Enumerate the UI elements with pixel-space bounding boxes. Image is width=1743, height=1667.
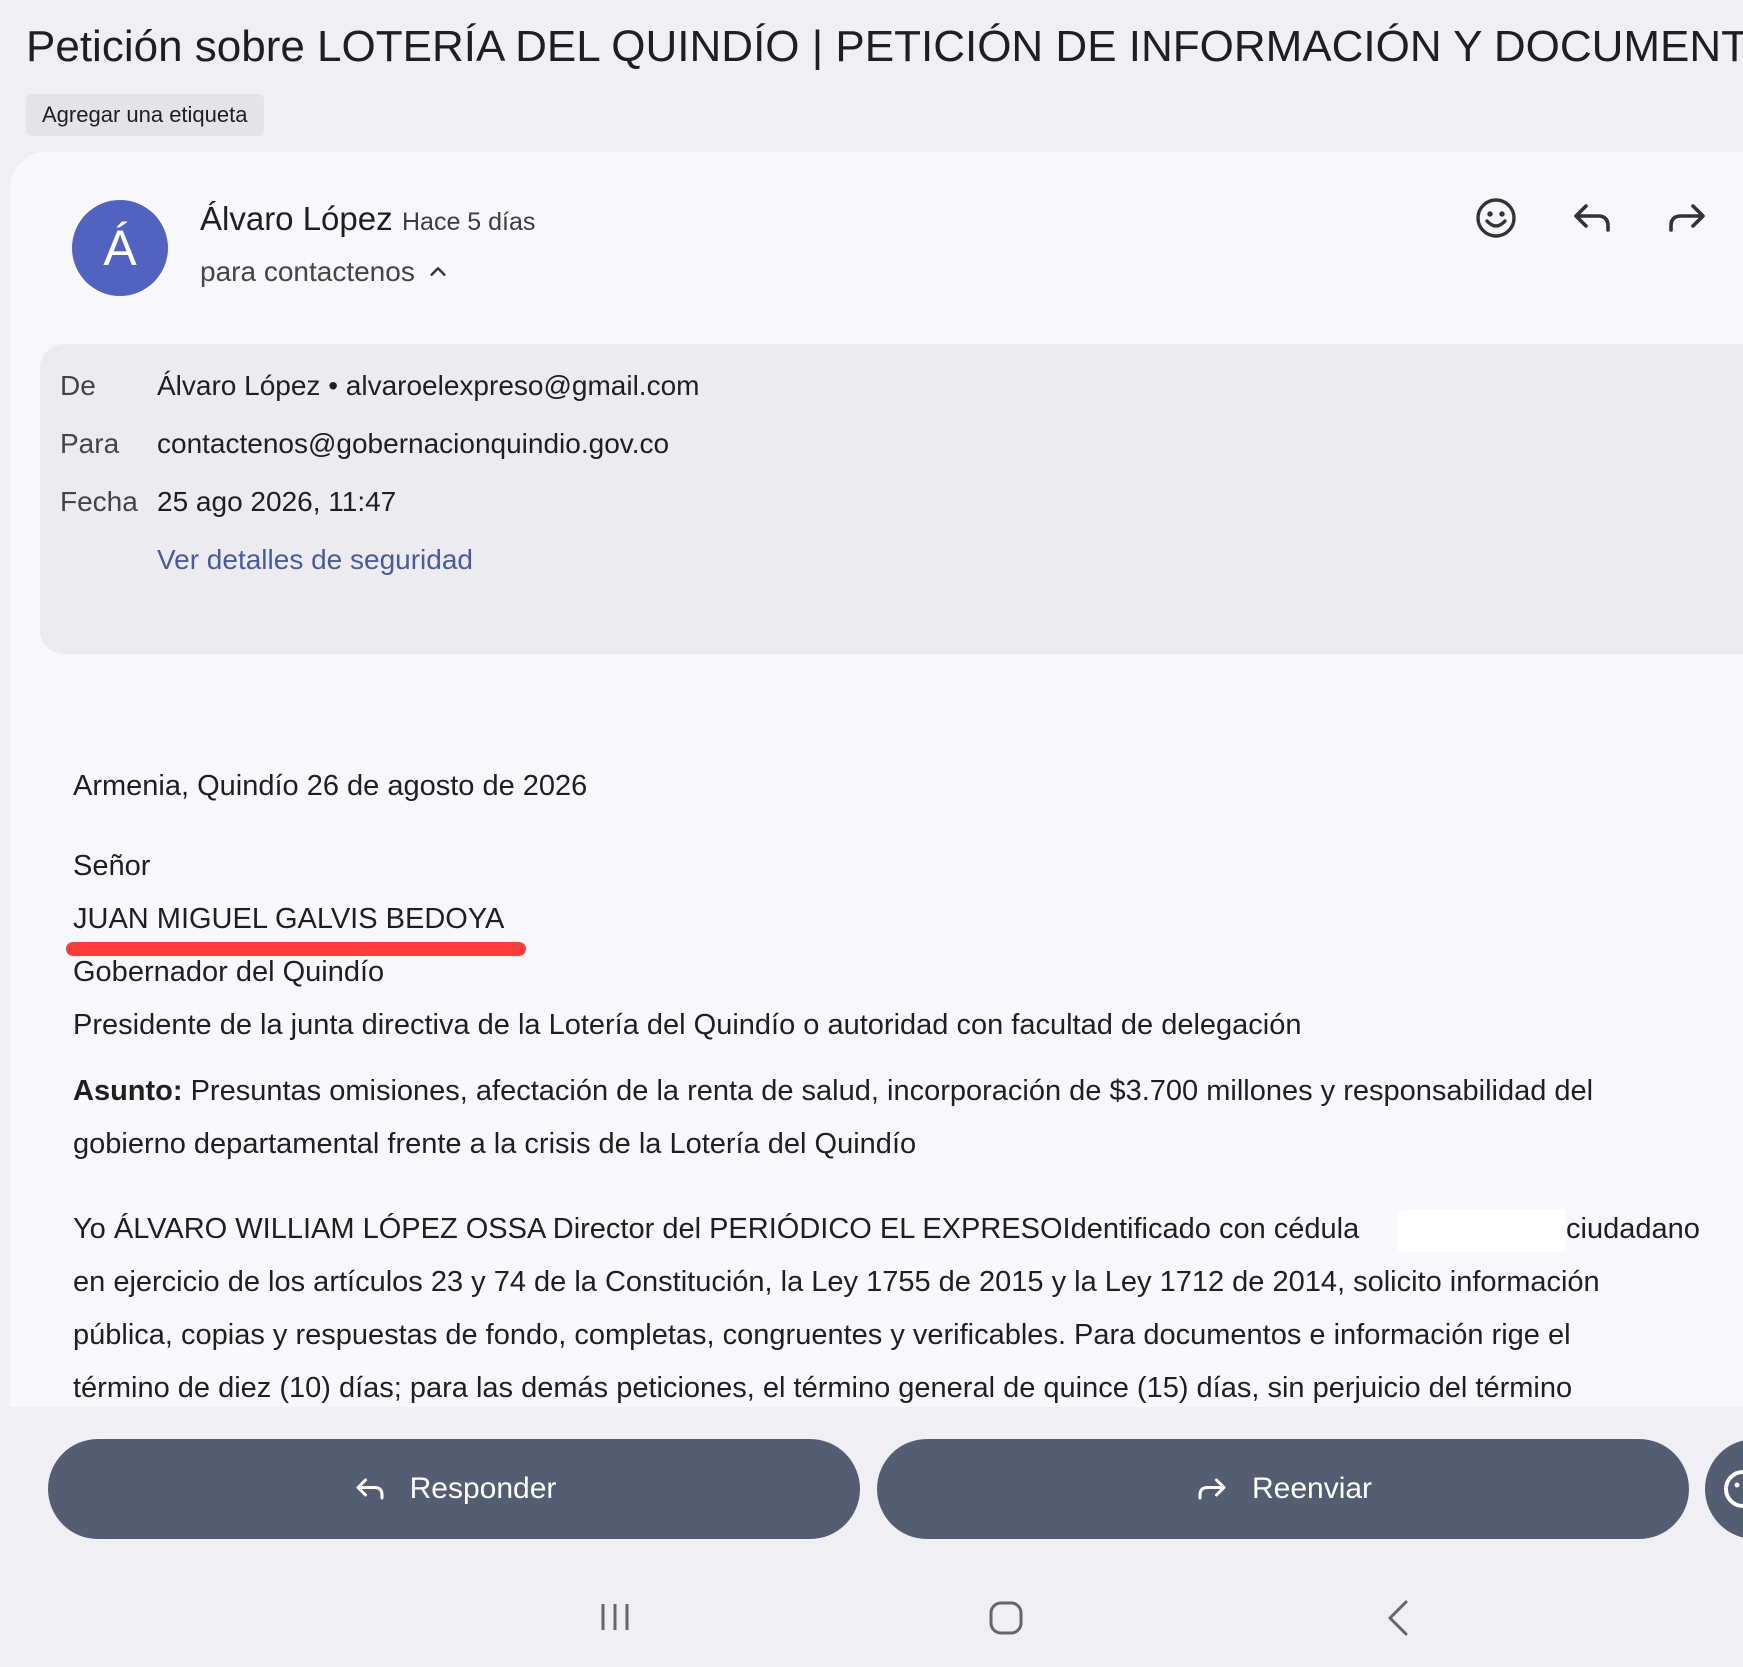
red-underline-mark [66,942,526,956]
subject-line-1: Asunto: Presuntas omisiones, afectación … [73,1075,1593,1108]
redaction-box [1398,1210,1566,1252]
date-label: Fecha [60,486,138,517]
letter-salutation: Señor [73,850,151,882]
message-time: Hace 5 días [402,208,536,236]
reply-icon [356,1478,384,1500]
paragraph-line-1a: Yo ÁLVARO WILLIAM LÓPEZ OSSA Director de… [73,1213,1360,1245]
forward-button-label: Reenviar [1251,1472,1373,1505]
sender-name: Álvaro López [200,200,393,237]
recipient-summary: para contactenos [200,256,415,287]
emoji-icon [1724,1470,1743,1508]
subject-line-2: gobierno departamental frente a la crisi… [73,1128,917,1160]
emoji-button[interactable] [1705,1439,1743,1539]
add-label-chip[interactable]: Agregar una etiqueta [26,94,264,136]
avatar-initial: Á [103,220,137,276]
email-subject: Petición sobre LOTERÍA DEL QUINDÍO | PET… [26,22,1743,71]
letter-date-line: Armenia, Quindío 26 de agosto de 2026 [73,770,588,802]
emoji-reaction-icon[interactable] [1472,194,1520,242]
reply-button-label: Responder [409,1472,557,1505]
forward-icon [1198,1478,1226,1500]
forward-icon[interactable] [1663,194,1711,242]
subject-label: Asunto: [73,1075,183,1107]
chevron-up-icon [430,267,446,276]
to-label: Para [60,428,120,459]
reply-button[interactable]: Responder [48,1439,860,1539]
forward-button[interactable]: Reenviar [877,1439,1689,1539]
recent-apps-nav-icon[interactable] [598,1600,632,1634]
reply-icon[interactable] [1568,194,1616,242]
paragraph-line-4: término de diez (10) días; para las demá… [73,1372,1573,1404]
from-value: Álvaro López • alvaroelexpreso@gmail.com [157,370,700,401]
home-nav-icon[interactable] [988,1600,1024,1636]
subject-text-1: Presuntas omisiones, afectación de la re… [182,1075,1594,1107]
paragraph-line-3: pública, copias y respuestas de fondo, c… [73,1319,1571,1351]
addressee-title: Gobernador del Quindío [73,956,385,988]
date-value: 25 ago 2026, 11:47 [157,486,397,517]
avatar[interactable]: Á [72,200,168,296]
security-details-link[interactable]: Ver detalles de seguridad [157,544,473,576]
paragraph-line-1b: ciudadano [1566,1213,1700,1245]
from-label: De [60,370,96,401]
back-nav-icon[interactable] [1384,1600,1414,1636]
to-value: contactenos@gobernacionquindio.gov.co [157,428,670,459]
paragraph-line-2: en ejercicio de los artículos 23 y 74 de… [73,1266,1600,1298]
recipient-toggle[interactable]: para contactenos [200,256,449,288]
addressee-role: Presidente de la junta directiva de la L… [73,1009,1302,1041]
message-details-panel: De Álvaro López • alvaroelexpreso@gmail.… [40,344,1743,654]
addressee-name: JUAN MIGUEL GALVIS BEDOYA [73,903,505,935]
